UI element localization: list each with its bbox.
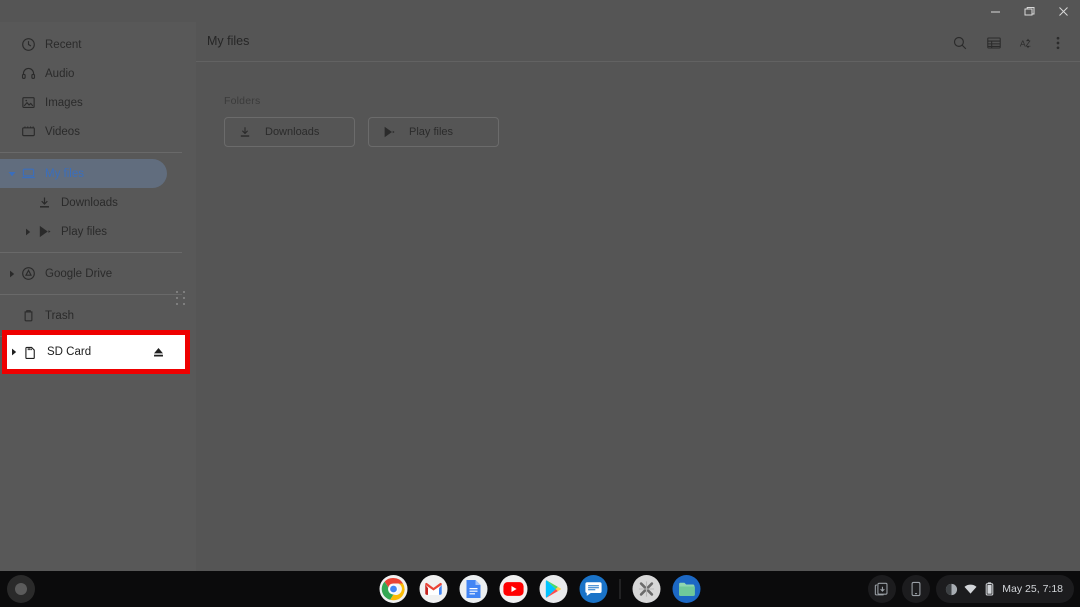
sidebar-item-label: Images <box>45 96 83 109</box>
google-drive-icon <box>20 266 36 282</box>
sidebar-item-label: Audio <box>45 67 75 80</box>
sidebar-item-downloads[interactable]: Downloads <box>0 188 196 217</box>
chevron-right-icon[interactable] <box>22 226 34 238</box>
maximize-restore-button[interactable] <box>1012 0 1046 22</box>
chevron-down-icon[interactable] <box>6 168 18 180</box>
sidebar-divider <box>0 252 182 253</box>
headphones-icon <box>20 66 36 82</box>
sidebar-item-play-files[interactable]: Play files <box>0 217 196 246</box>
contrast-icon <box>945 583 958 596</box>
google-docs-icon[interactable] <box>459 575 488 603</box>
datetime-label: May 25, 7:18 <box>1002 583 1063 595</box>
close-button[interactable] <box>1046 0 1080 22</box>
folders-section-label: Folders <box>224 95 261 107</box>
sidebar-item-label: My files <box>45 167 84 180</box>
x-app-icon[interactable] <box>632 575 661 603</box>
screen-capture-icon[interactable] <box>868 575 897 603</box>
eject-icon[interactable] <box>150 344 166 360</box>
folder-chip-play-files[interactable]: Play files <box>368 117 499 147</box>
play-store-icon <box>381 124 397 140</box>
sidebar-item-label: Videos <box>45 125 80 138</box>
laptop-icon <box>20 166 36 182</box>
folder-chip-label: Play files <box>409 126 454 138</box>
more-vertical-icon[interactable] <box>1046 31 1070 55</box>
video-icon <box>20 124 36 140</box>
sidebar-item-trash[interactable]: Trash <box>0 301 196 330</box>
status-area: May 25, 7:18 <box>868 575 1074 603</box>
main-toolbar: My files AZ <box>196 22 1080 62</box>
page-title: My files <box>207 34 250 48</box>
files-app-window: Recent Audio Images Videos My files Down… <box>0 0 1080 571</box>
sidebar-item-label: Recent <box>45 38 82 51</box>
sd-card-icon <box>22 344 38 360</box>
battery-icon <box>983 582 996 596</box>
chrome-icon[interactable] <box>379 575 408 603</box>
gmail-icon[interactable] <box>419 575 448 603</box>
sidebar-resize-handle[interactable] <box>176 291 188 307</box>
search-icon[interactable] <box>948 31 972 55</box>
sidebar-item-label: SD Card <box>47 346 92 358</box>
chromeos-desktop: Recent Audio Images Videos My files Down… <box>0 0 1080 607</box>
trash-icon <box>20 308 36 324</box>
launcher-icon[interactable] <box>7 575 35 603</box>
folder-chip-list: Downloads Play files <box>224 117 1080 147</box>
list-view-icon[interactable] <box>982 31 1006 55</box>
sidebar-item-recent[interactable]: Recent <box>0 30 196 59</box>
chevron-right-icon[interactable] <box>8 346 20 358</box>
folder-chip-downloads[interactable]: Downloads <box>224 117 355 147</box>
image-icon <box>20 95 36 111</box>
sort-az-icon[interactable]: AZ <box>1016 31 1040 55</box>
sidebar-item-label: Google Drive <box>45 267 113 280</box>
sidebar-item-my-files[interactable]: My files <box>0 159 167 188</box>
download-icon <box>237 124 253 140</box>
wifi-icon <box>964 583 977 596</box>
file-list-content: Folders Downloads Play files <box>196 62 1080 147</box>
download-icon <box>36 195 52 211</box>
sidebar-divider <box>0 294 182 295</box>
sidebar-item-sd-card[interactable]: SD Card <box>2 330 190 374</box>
phone-hub-icon[interactable] <box>902 575 931 603</box>
sidebar-item-label: Downloads <box>61 196 118 209</box>
svg-text:AZ: AZ <box>1020 38 1031 48</box>
sidebar-item-audio[interactable]: Audio <box>0 59 196 88</box>
sidebar-item-label: Play files <box>61 225 108 238</box>
folder-chip-label: Downloads <box>265 126 320 138</box>
shelf-app-list <box>379 575 701 603</box>
files-icon[interactable] <box>672 575 701 603</box>
status-tray[interactable]: May 25, 7:18 <box>936 575 1074 603</box>
play-store-icon <box>36 224 52 240</box>
clock-icon <box>20 37 36 53</box>
sidebar-item-label: Trash <box>45 309 74 322</box>
shelf-separator <box>619 579 621 599</box>
messages-icon[interactable] <box>579 575 608 603</box>
youtube-icon[interactable] <box>499 575 528 603</box>
sidebar-item-images[interactable]: Images <box>0 88 196 117</box>
play-store-icon[interactable] <box>539 575 568 603</box>
files-main-panel: My files AZ Folders Downloads Play files <box>196 22 1080 571</box>
window-titlebar <box>0 0 1080 22</box>
shelf: May 25, 7:18 <box>0 571 1080 607</box>
navigation-sidebar: Recent Audio Images Videos My files Down… <box>0 22 196 571</box>
sidebar-item-google-drive[interactable]: Google Drive <box>0 259 196 288</box>
launcher-dot <box>15 583 27 595</box>
chevron-right-icon[interactable] <box>6 268 18 280</box>
sidebar-item-videos[interactable]: Videos <box>0 117 196 146</box>
sidebar-divider <box>0 152 182 153</box>
minimize-button[interactable] <box>978 0 1012 22</box>
